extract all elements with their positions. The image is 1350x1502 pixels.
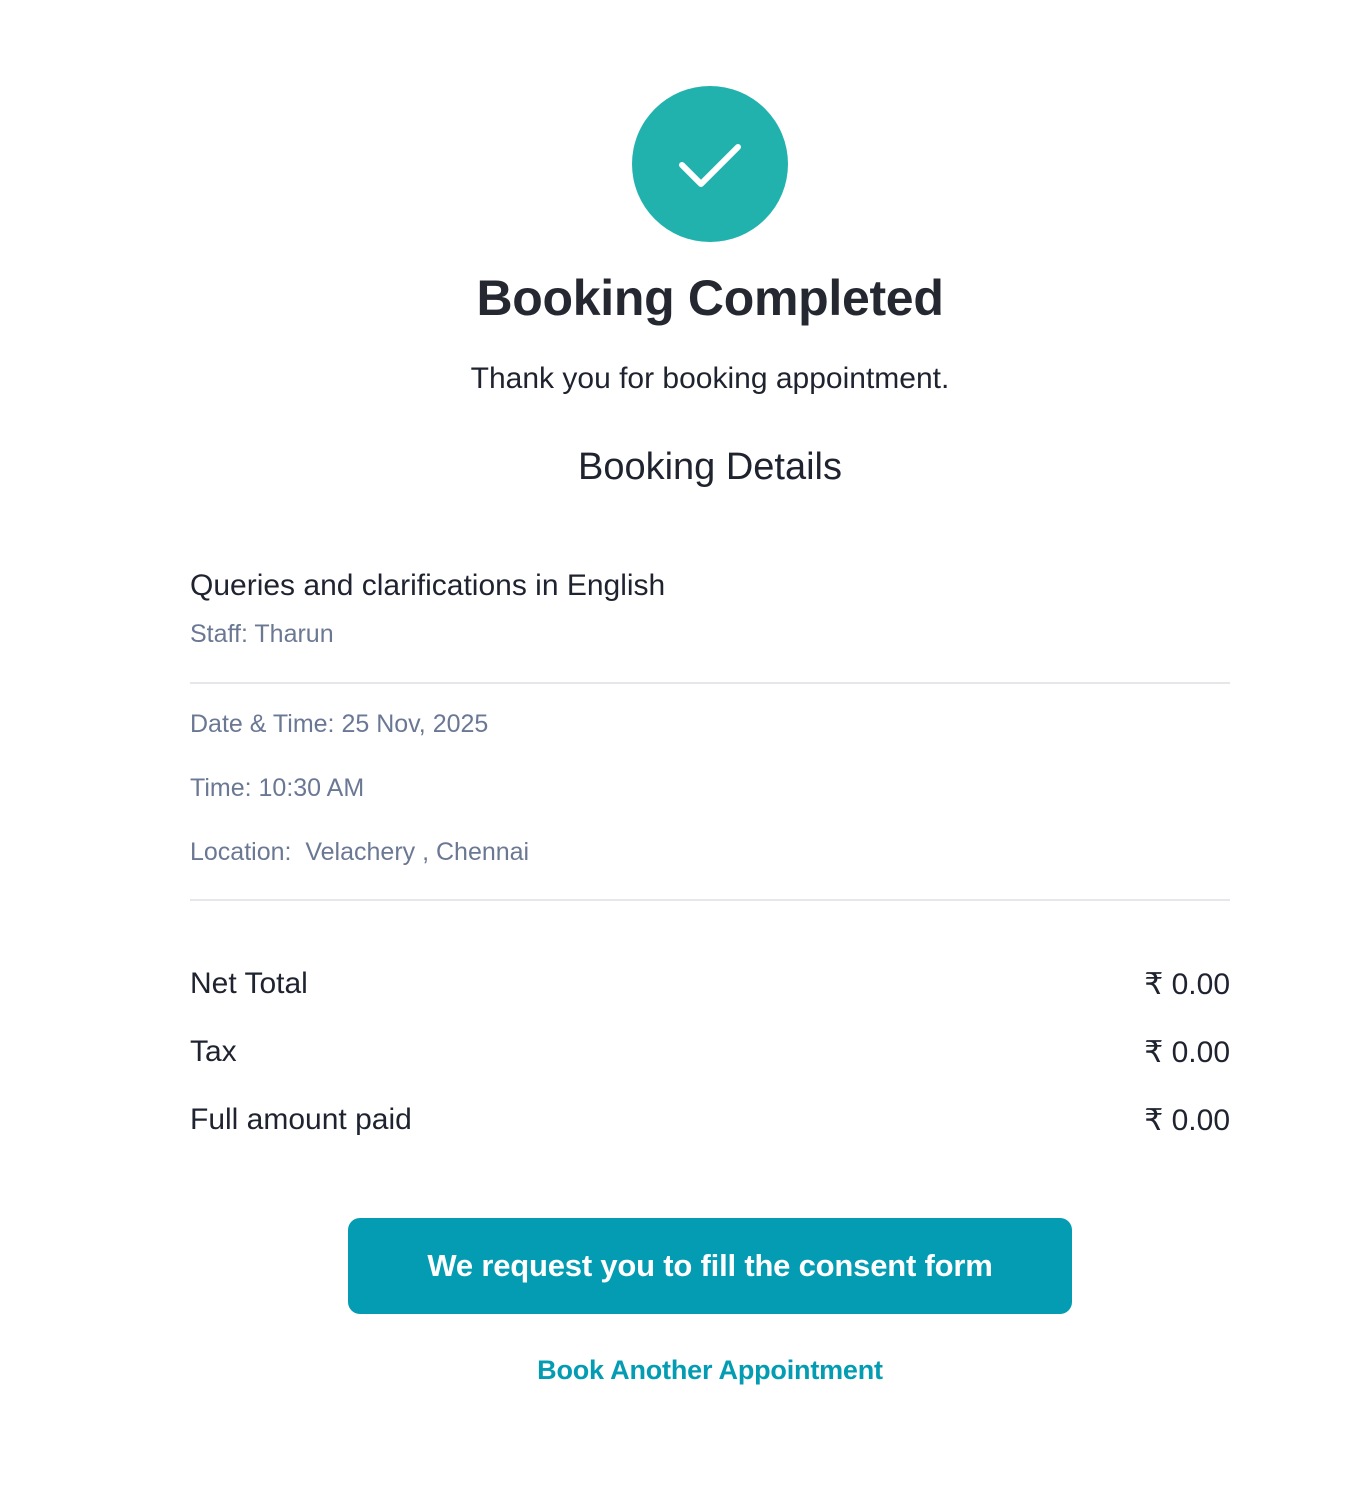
appointment-time: Time: 10:30 AM (190, 774, 365, 802)
net-total-row: Net Total ₹ 0.00 (190, 964, 1230, 1004)
thank-you-message: Thank you for booking appointment. (470, 362, 950, 395)
amount-paid-label: Full amount paid (190, 1103, 412, 1136)
amount-paid-value: ₹ 0.00 (1144, 1103, 1230, 1137)
divider (190, 682, 1230, 684)
page-title: Booking Completed (476, 270, 944, 326)
staff-name: Staff: Tharun (190, 620, 334, 648)
success-badge (632, 86, 788, 242)
net-total-label: Net Total (190, 967, 308, 1000)
tax-value: ₹ 0.00 (1144, 1035, 1230, 1069)
checkmark-icon (679, 144, 741, 187)
divider (190, 899, 1230, 901)
booking-details-heading: Booking Details (577, 446, 843, 488)
consent-form-button[interactable]: We request you to fill the consent form (348, 1218, 1072, 1314)
amount-paid-row: Full amount paid ₹ 0.00 (190, 1100, 1230, 1140)
net-total-value: ₹ 0.00 (1144, 967, 1230, 1001)
appointment-date: Date & Time: 25 Nov, 2025 (190, 710, 489, 738)
service-name: Queries and clarifications in English (190, 569, 666, 602)
tax-label: Tax (190, 1035, 237, 1068)
booking-confirmation-page: Booking Completed Thank you for booking … (0, 0, 1350, 1502)
tax-row: Tax ₹ 0.00 (190, 1032, 1230, 1072)
book-another-appointment-link[interactable]: Book Another Appointment (0, 1352, 1350, 1388)
appointment-location: Location: Velachery , Chennai (190, 838, 530, 866)
